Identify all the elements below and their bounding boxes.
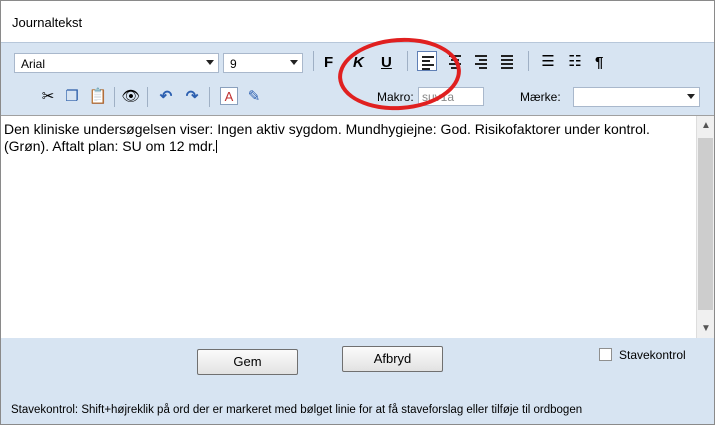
maerke-select[interactable] bbox=[573, 87, 700, 107]
scroll-down-icon[interactable]: ▼ bbox=[701, 323, 711, 334]
underline-button[interactable]: U bbox=[381, 54, 392, 71]
bullet-list-icon[interactable]: ☷ bbox=[566, 52, 584, 70]
bold-button[interactable]: F bbox=[324, 54, 333, 71]
toolbar-row-actions: ✂ ❐ 📋 👁 ↶ ↷ A ✎ Makro: suv1a Mærke: bbox=[1, 81, 714, 113]
text-caret bbox=[215, 140, 217, 153]
toolbar-separator bbox=[114, 87, 115, 107]
align-right-button[interactable] bbox=[471, 51, 491, 71]
align-right-icon bbox=[475, 55, 487, 71]
editor-content[interactable]: Den kliniske undersøgelsen viser: Ingen … bbox=[4, 121, 684, 155]
paragraph-marks-button[interactable]: ¶ bbox=[595, 54, 603, 71]
toolbar-row-formatting: Arial 9 F K U ☰ ☷ ¶ bbox=[1, 49, 714, 81]
formatting-toolbar: Arial 9 F K U ☰ ☷ ¶ ✂ ❐ 📋 👁 ↶ ↷ A ✎ Makr… bbox=[1, 42, 714, 115]
editor-text: Den kliniske undersøgelsen viser: Ingen … bbox=[4, 121, 650, 154]
spellcheck-label: Stavekontrol bbox=[619, 348, 686, 362]
makro-value: suv1a bbox=[422, 90, 455, 104]
italic-button[interactable]: K bbox=[353, 54, 364, 71]
scrollbar-thumb[interactable] bbox=[698, 138, 713, 310]
numbered-list-icon[interactable]: ☰ bbox=[539, 52, 557, 70]
chevron-down-icon bbox=[206, 60, 214, 65]
cancel-button[interactable]: Afbryd bbox=[342, 346, 443, 372]
font-size-value: 9 bbox=[230, 57, 237, 71]
align-center-icon bbox=[449, 55, 461, 71]
editor-scrollbar[interactable]: ▲ ▼ bbox=[696, 116, 714, 338]
cut-icon[interactable]: ✂ bbox=[39, 87, 57, 105]
makro-label: Makro: bbox=[377, 90, 414, 104]
status-hint: Stavekontrol: Shift+højreklik på ord der… bbox=[11, 404, 583, 416]
align-left-button[interactable] bbox=[417, 51, 437, 71]
title-bar: Journaltekst bbox=[1, 1, 714, 41]
toolbar-separator bbox=[147, 87, 148, 107]
toolbar-separator bbox=[313, 51, 314, 71]
toolbar-separator bbox=[407, 51, 408, 71]
maerke-label: Mærke: bbox=[520, 90, 561, 104]
font-family-select[interactable]: Arial bbox=[14, 53, 219, 73]
save-button[interactable]: Gem bbox=[197, 349, 298, 375]
chevron-down-icon bbox=[687, 94, 695, 99]
chevron-down-icon bbox=[290, 60, 298, 65]
align-left-icon bbox=[422, 56, 434, 72]
align-justify-button[interactable] bbox=[497, 51, 517, 71]
makro-input[interactable]: suv1a bbox=[418, 87, 484, 106]
bottom-panel: Gem Afbryd Stavekontrol Stavekontrol: Sh… bbox=[1, 338, 714, 424]
font-family-value: Arial bbox=[21, 57, 46, 71]
font-size-select[interactable]: 9 bbox=[223, 53, 303, 73]
highlight-pen-icon[interactable]: ✎ bbox=[245, 87, 263, 105]
toolbar-separator bbox=[528, 51, 529, 71]
redo-icon[interactable]: ↷ bbox=[183, 87, 201, 105]
paste-icon[interactable]: 📋 bbox=[89, 87, 108, 105]
toolbar-separator bbox=[209, 87, 210, 107]
find-icon[interactable]: 👁 bbox=[121, 87, 140, 105]
font-color-icon[interactable]: A bbox=[220, 87, 238, 105]
undo-icon[interactable]: ↶ bbox=[157, 87, 175, 105]
align-justify-icon bbox=[501, 55, 513, 71]
journal-text-editor[interactable]: Den kliniske undersøgelsen viser: Ingen … bbox=[1, 115, 714, 339]
copy-icon[interactable]: ❐ bbox=[63, 87, 81, 105]
align-center-button[interactable] bbox=[445, 51, 465, 71]
scroll-up-icon[interactable]: ▲ bbox=[701, 120, 711, 131]
window-title: Journaltekst bbox=[12, 15, 83, 30]
journal-text-window: Journaltekst Arial 9 F K U ☰ ☷ ¶ ✂ ❐ 📋 👁… bbox=[0, 0, 715, 425]
spellcheck-checkbox[interactable] bbox=[599, 348, 612, 361]
